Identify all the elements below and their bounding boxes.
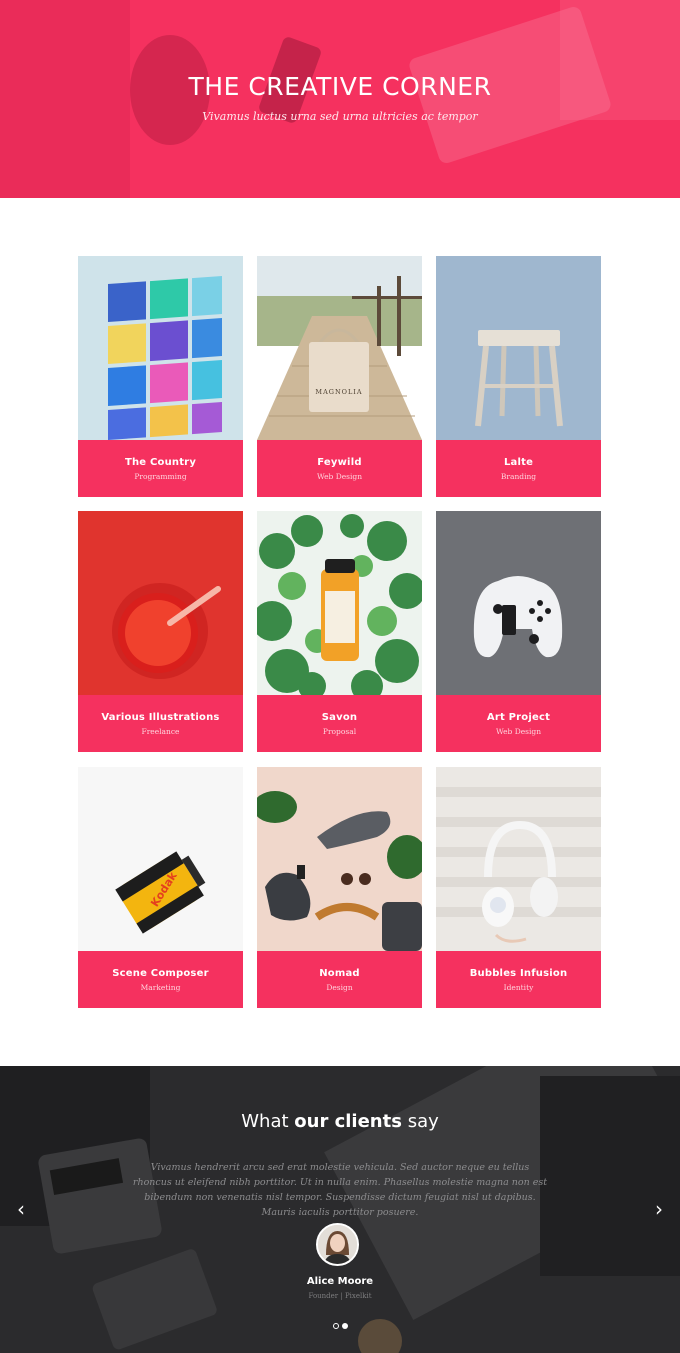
slider-pagination — [331, 1323, 351, 1331]
portfolio-caption: Lalte Branding — [436, 440, 601, 497]
portfolio-card-savon[interactable]: Savon Proposal — [257, 511, 422, 752]
heading-prefix: What — [241, 1111, 289, 1132]
pagination-dot-2[interactable] — [342, 1323, 348, 1329]
portfolio-category: Identity — [503, 983, 534, 992]
portfolio-caption: Art Project Web Design — [436, 695, 601, 752]
portfolio-image — [257, 767, 422, 951]
portfolio-caption: Savon Proposal — [257, 695, 422, 752]
portfolio-category: Web Design — [316, 472, 363, 481]
heading-emphasis: our clients — [294, 1111, 402, 1132]
portfolio-title: Scene Composer — [112, 968, 209, 979]
portfolio-caption: Bubbles Infusion Identity — [436, 951, 601, 1008]
portfolio-image — [257, 511, 422, 695]
portfolio-grid: The Country Programming MAGNOLIA Feywild… — [78, 256, 602, 1008]
prev-slide-arrow-icon[interactable]: ‹ — [12, 1198, 30, 1220]
portfolio-image: MAGNOLIA — [257, 256, 422, 440]
next-slide-arrow-icon[interactable]: › — [650, 1198, 668, 1220]
portfolio-card-lalte[interactable]: Lalte Branding — [436, 256, 601, 497]
portfolio-category: Proposal — [322, 727, 357, 736]
portfolio-title: The Country — [124, 457, 197, 468]
hero-subtitle: Vivamus luctus urna sed urna ultricies a… — [202, 110, 478, 123]
portfolio-card-art-project[interactable]: Art Project Web Design — [436, 511, 601, 752]
portfolio-image: Kodak — [78, 767, 243, 951]
portfolio-category: Freelance — [141, 727, 180, 736]
portfolio-image — [78, 256, 243, 440]
portfolio-category: Marketing — [140, 983, 181, 992]
portfolio-card-various-illustrations[interactable]: Various Illustrations Freelance — [78, 511, 243, 752]
portfolio-caption: Nomad Design — [257, 951, 422, 1008]
portfolio-image — [436, 511, 601, 695]
client-role: Founder | Pixelkit — [308, 1292, 372, 1300]
portfolio-title: Various Illustrations — [101, 712, 220, 723]
portfolio-image — [436, 767, 601, 951]
portfolio-image — [78, 511, 243, 695]
portfolio-card-bubbles-infusion[interactable]: Bubbles Infusion Identity — [436, 767, 601, 1008]
portfolio-caption: Scene Composer Marketing — [78, 951, 243, 1008]
portfolio-category: Programming — [134, 472, 187, 481]
portfolio-category: Web Design — [495, 727, 542, 736]
client-name: Alice Moore — [306, 1276, 374, 1287]
heading-suffix: say — [407, 1111, 439, 1132]
portfolio-title: Nomad — [319, 968, 360, 979]
portfolio-caption: Various Illustrations Freelance — [78, 695, 243, 752]
portfolio-category: Design — [326, 983, 353, 992]
portfolio-title: Feywild — [317, 457, 362, 468]
testimonials-heading: What our clients say — [0, 1111, 680, 1132]
portfolio-image — [436, 256, 601, 440]
portfolio-title: Savon — [321, 712, 358, 723]
hero-title: THE CREATIVE CORNER — [188, 72, 492, 101]
portfolio-card-feywild[interactable]: MAGNOLIA Feywild Web Design — [257, 256, 422, 497]
portfolio-caption: Feywild Web Design — [257, 440, 422, 497]
portfolio-title: Bubbles Infusion — [469, 968, 568, 979]
portfolio-title: Art Project — [486, 712, 551, 723]
hero-banner: THE CREATIVE CORNER Vivamus luctus urna … — [0, 0, 680, 198]
testimonial-quote: Vivamus hendrerit arcu sed erat molestie… — [132, 1162, 548, 1218]
client-avatar — [316, 1223, 359, 1266]
tote-bag-label: MAGNOLIA — [315, 388, 363, 396]
testimonials-section: What our clients say Vivamus hendrerit a… — [0, 1066, 680, 1353]
portfolio-title: Lalte — [503, 457, 534, 468]
portfolio-category: Branding — [500, 472, 537, 481]
pagination-dot-1[interactable] — [333, 1323, 339, 1329]
portfolio-card-the-country[interactable]: The Country Programming — [78, 256, 243, 497]
portfolio-card-nomad[interactable]: Nomad Design — [257, 767, 422, 1008]
portfolio-card-scene-composer[interactable]: Kodak Scene Composer Marketing — [78, 767, 243, 1008]
portfolio-caption: The Country Programming — [78, 440, 243, 497]
